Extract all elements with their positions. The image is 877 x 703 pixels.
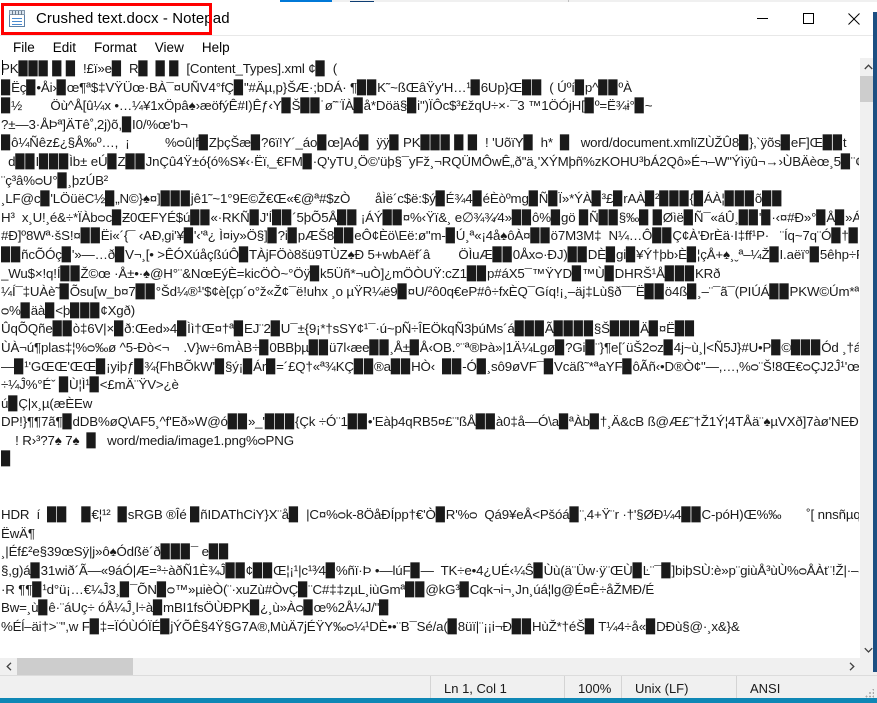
notepad-icon: [9, 9, 27, 28]
menu-bar: File Edit Format View Help: [0, 35, 877, 58]
editor-line: ÙÀ¬ú¶plas‡¦%ᴑ‰ø ^5-Ðò<¬ .V}w÷6mÀB÷▉0BBþµ…: [1, 339, 859, 355]
close-button[interactable]: [831, 2, 877, 35]
editor-line: ¸|Éf£²e§39œSÿ|j»ô♠Ódßë´ð▉▉▉¯ e▉▉: [1, 544, 230, 560]
editor-line: Bw=¸ù▉ê·¨áUç÷ óÅ¼Ĵ¸l÷à▉mBI1fsÖÙÐPK▉¿¸ù»À…: [1, 600, 390, 616]
editor-line: ¸LF@c▉'LÖüëC½▉„N©}♠¤]▉▉▉jê1˜~1°9E©Ž€Œ«€@…: [1, 191, 783, 207]
close-icon: [848, 12, 860, 25]
editor-line: #Ð]º8Wª·šS!¤▉▉Ëi«´{¯ ‹AÐ‚gi'¥▉'‹'ª¿ Ì¤iy…: [1, 228, 859, 244]
title-bar[interactable]: Crushed text.docx - Notepad: [0, 2, 877, 35]
chevron-right-icon: [849, 662, 855, 671]
editor-line: ▉ô¼Ñêz£¿§Å‰º…, ¡ %ᴑû|f▉ZþçŠæ▉?6ï!Y´_áo▉œ…: [1, 135, 847, 151]
editor-line: ᴑ%▉äà▉<þ▉▉▉¢Xgð): [1, 302, 136, 318]
text-editor-area[interactable]: PK▉▉▉ ▉ ▉ !£ï»e▉ R▉ ▉ ▉ [Content_Types].…: [0, 58, 859, 658]
menu-item-view[interactable]: View: [146, 38, 193, 57]
editor-line: ·R ¶¶▉¹d°ü¡…€¼Ĵ3¸▉¯ÕN▉ᴑ™»µièÒ(¨·xuZù#ÒvÇ…: [1, 581, 655, 597]
scroll-right-button[interactable]: [843, 658, 860, 675]
maximize-icon: [802, 13, 814, 24]
editor-line: ¼Í¯‡UÀè˜▉Õsu[w_b¤7▉▉°Šd¼®¹'$¢è[çp´o°ž«Ž¢…: [1, 284, 859, 300]
notepad-window: Crushed text.docx - Notepad File Edit Fo…: [0, 2, 877, 701]
maximize-button[interactable]: [785, 2, 831, 35]
chevron-up-icon: [864, 63, 873, 69]
editor-line: ¨ç³â%ᴑU°▉¸þzÚB²: [1, 172, 109, 188]
desktop-right-edge: [873, 12, 877, 672]
editor-line: ! R›³?7♠ 7♠ ▉ word/media/image1.png%ᴑPNG: [1, 432, 294, 448]
editor-text-content: PK▉▉▉ ▉ ▉ !£ï»e▉ R▉ ▉ ▉ [Content_Types].…: [1, 60, 859, 636]
scroll-left-button[interactable]: [0, 658, 17, 675]
window-title: Crushed text.docx - Notepad: [36, 10, 230, 27]
editor-line: ÷¼Ĵ%°Éˇ ▉Ù¦Ì¹▉<£mÄ¨ŸV>¿è: [1, 377, 179, 393]
menu-item-help[interactable]: Help: [193, 38, 239, 57]
editor-line: ú▉Ç|x¸µ(æÈEw: [1, 395, 93, 411]
editor-line: §,g)á▉31wið´Ã—«9áÓ|Æ=³÷àðÑ1È¾Ĵ▉▉¢▉▉Œ¦¡¹|…: [1, 563, 859, 579]
window-controls: [739, 2, 877, 35]
chevron-left-icon: [5, 662, 11, 671]
text-caret: [2, 60, 3, 75]
minimize-icon: [756, 18, 768, 19]
taskbar-edge: [0, 698, 877, 703]
editor-line: H³ x¸U!¸é&÷*ÏÀbᴑc▉Ƶ0ŒFYÉ$ú▉▉«·RKÑ▉J'Í▉▉´…: [1, 209, 859, 225]
horizontal-scroll-track[interactable]: [17, 658, 843, 675]
editor-line: ▉½ Öù^Å[û¼x •…¼¥1xÖpâ♠›æöfýÊ#I)Êƒ‹Y▉Š▉▉˙…: [1, 98, 653, 114]
editor-line: HDR í ▉▉ ▉€¦¹² ▉sRGB ®Îé ▉ñIDAThCiY}X¨å▉…: [1, 507, 859, 523]
minimize-button[interactable]: [739, 2, 785, 35]
menu-item-edit[interactable]: Edit: [44, 38, 85, 57]
editor-line: ËwÄ¶: [1, 525, 35, 541]
menu-item-format[interactable]: Format: [85, 38, 146, 57]
editor-line: ?±—3·ÅÞª]ÄTê˚‚2j)õ,▉I0/%œ'b¬: [1, 116, 188, 132]
editor-line: ▉▉ñcÕÓç▉'»—…ð▉V¬¸[• >ÊÓXúåçßúÔ▉TÀjFÖò8šü…: [1, 246, 859, 262]
editor-line: ▉Ëç▉•Åi›▉œ¶ª$‡VŸÜœ·BÀ¯¤UÑV4°fÇ▉"#Äµ,p}ŠÆ…: [1, 79, 632, 95]
editor-line: ÛqÕQñe▉▉ò‡6V|×▉ð:Œed»4▉Ìì†Œ¤†ª▉EJ¨2▉U¯±{…: [1, 321, 696, 337]
content-area: PK▉▉▉ ▉ ▉ !£ï»e▉ R▉ ▉ ▉ [Content_Types].…: [0, 58, 877, 658]
editor-line: PK▉▉▉ ▉ ▉ !£ï»e▉ R▉ ▉ ▉ [Content_Types].…: [1, 61, 337, 76]
editor-line: d▉▉I▉▉▉Ìb± eÚ▉Z▉▉JnÇû4Ÿ±ó{ó%S¥‹·Ëï‚_€FM▉…: [8, 153, 859, 169]
editor-line: ▉: [1, 451, 12, 467]
editor-line: _Wu$×!q!Í▉▉Ž©œ ·Å±•·♠@H°¨&NœEýÈ=kicÖÒ~°Ö…: [1, 265, 721, 281]
chevron-down-icon: [864, 647, 873, 653]
menu-item-file[interactable]: File: [4, 38, 44, 57]
editor-line: DP!}¶¶7ã¶▉dDB%øQ\AF5¸^f'Eð»W@ó▉▉»_'▉▉▉{Ç…: [1, 414, 859, 430]
editor-line: %Éĺ–äi†>¨",w F▉‡=ÏÓÙÓÏÉ▉jÝÕÊ§4Ÿ§G7A®‚MùÄ…: [1, 618, 740, 634]
editor-line: —▉¹'GŒŒ'ŒŒ▉¡yiþƒ▉¾{FhBÕkW'▉§ý¡▉Ár▉=´£Q†«…: [1, 358, 859, 374]
horizontal-scrollbar[interactable]: [0, 658, 877, 675]
horizontal-scroll-thumb[interactable]: [17, 658, 133, 675]
